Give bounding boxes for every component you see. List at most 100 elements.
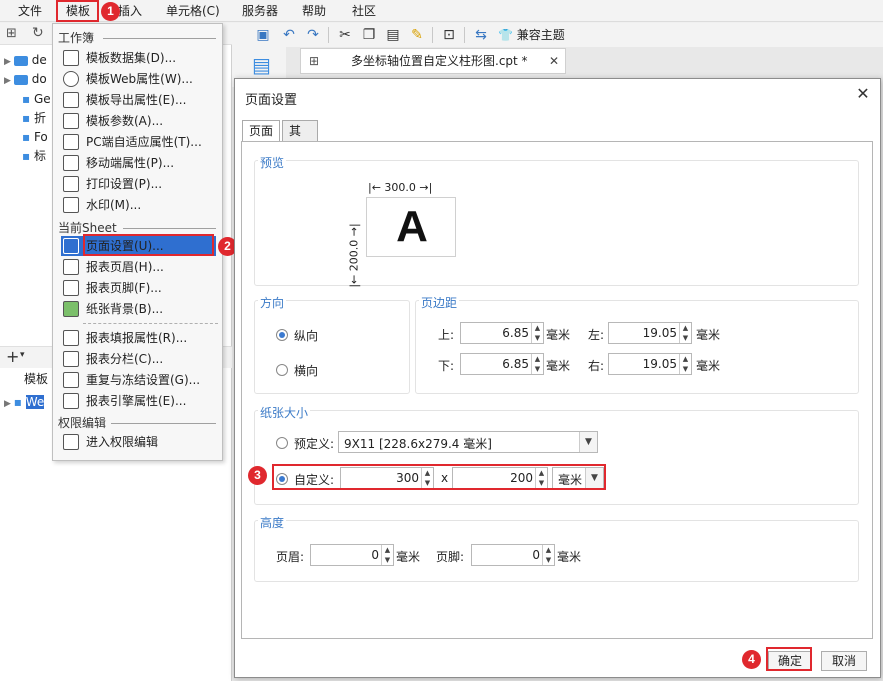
menu-item-label: 模板Web属性(W)... — [86, 72, 193, 86]
menu-item-mobile[interactable]: 移动端属性(P)... — [61, 153, 216, 173]
tree-item[interactable]: ▶ do — [4, 70, 47, 88]
copy-icon[interactable]: ❐ — [360, 26, 378, 44]
file-tab[interactable]: ⊞ 多坐标轴位置自定义柱形图.cpt * ✕ — [300, 48, 566, 74]
menu-item-permission[interactable]: 进入权限编辑 — [61, 432, 216, 452]
header-height-input[interactable]: 0 ▲ ▼ — [310, 544, 394, 566]
tab-page[interactable]: 页面 — [242, 120, 280, 142]
menu-item-footer[interactable]: 报表页脚(F)... — [61, 278, 216, 298]
menu-item-fill-attr[interactable]: 报表填报属性(R)... — [61, 328, 216, 348]
menu-item-header[interactable]: 报表页眉(H)... — [61, 257, 216, 277]
cancel-button[interactable]: 取消 — [821, 651, 867, 671]
menu-item-paper-bg[interactable]: 纸张背景(B)... — [61, 299, 216, 319]
dialog-title: 页面设置 — [245, 93, 298, 108]
bottom-tab-label[interactable]: 模板 — [24, 370, 48, 388]
shirt-icon: 👕 — [498, 28, 513, 42]
toolbar-divider — [432, 27, 433, 43]
cut-icon[interactable]: ✂ — [336, 26, 354, 44]
menu-insert[interactable]: 插入 — [118, 2, 142, 20]
close-icon[interactable]: ✕ — [549, 49, 559, 73]
switch-icon[interactable]: ⇆ — [472, 26, 490, 44]
menu-item-print[interactable]: 打印设置(P)... — [61, 174, 216, 194]
section-divider — [103, 38, 216, 39]
spinner-arrows-icon[interactable]: ▲ ▼ — [542, 545, 554, 565]
margin-top-input[interactable]: 6.85 ▲ ▼ — [460, 322, 544, 344]
parameter-icon — [63, 113, 79, 129]
permission-icon — [63, 434, 79, 450]
tree-item[interactable]: ▶ de — [4, 51, 47, 69]
tree-item-label: We — [25, 395, 45, 409]
step-badge-1: 1 — [101, 2, 120, 21]
menu-item-label: 模板导出属性(E)... — [86, 93, 187, 107]
preset-select[interactable]: 9X11 [228.6x279.4 毫米] ▼ — [338, 431, 598, 453]
tree-item[interactable]: ▶ ▪ We — [4, 393, 45, 411]
preset-radio[interactable] — [276, 437, 288, 449]
close-icon[interactable]: ✕ — [854, 85, 872, 103]
menu-item-export-attr[interactable]: 模板导出属性(E)... — [61, 90, 216, 110]
menu-help[interactable]: 帮助 — [302, 2, 326, 20]
tab-other[interactable]: 其他 — [282, 120, 318, 158]
margin-top-value: 6.85 — [502, 326, 529, 340]
add-icon[interactable]: + — [6, 347, 19, 366]
menu-item-web-attr[interactable]: 模板Web属性(W)... — [61, 69, 216, 89]
margins-title: 页边距 — [419, 294, 460, 311]
page-setup-icon — [63, 238, 79, 254]
chevron-down-icon[interactable]: ▼ — [579, 432, 597, 452]
tree-item[interactable]: ▪ 标 — [22, 147, 46, 165]
template-icon[interactable]: ▤ — [252, 53, 271, 77]
undo-icon[interactable]: ↶ — [280, 26, 298, 44]
menu-item-pc-adaptive[interactable]: PC端自适应属性(T)... — [61, 132, 216, 152]
paper-size-group — [254, 410, 859, 505]
margin-bottom-input[interactable]: 6.85 ▲ ▼ — [460, 353, 544, 375]
spinner-arrows-icon[interactable]: ▲ ▼ — [531, 354, 543, 374]
highlight-box-custom-size — [272, 464, 606, 490]
menu-item-columns[interactable]: 报表分栏(C)... — [61, 349, 216, 369]
spinner-arrows-icon[interactable]: ▲ ▼ — [531, 323, 543, 343]
footer-height-input[interactable]: 0 ▲ ▼ — [471, 544, 555, 566]
menu-server[interactable]: 服务器 — [242, 2, 278, 20]
margin-unit: 毫米 — [546, 359, 571, 373]
spinner-arrows-icon[interactable]: ▲ ▼ — [381, 545, 393, 565]
format-brush-icon[interactable]: ✎ — [408, 26, 426, 44]
menu-cell[interactable]: 单元格(C) — [166, 2, 220, 20]
file-icon: ▪ — [22, 111, 34, 125]
file-icon: ▪ — [22, 149, 34, 163]
menu-item-watermark[interactable]: 水印(M)... — [61, 195, 216, 215]
menu-item-dataset[interactable]: 模板数据集(D)... — [61, 48, 216, 68]
preview-letter: A — [396, 202, 428, 251]
menu-item-label: PC端自适应属性(T)... — [86, 135, 202, 149]
compat-theme-button[interactable]: 👕 兼容主题 — [498, 26, 565, 44]
menu-file[interactable]: 文件 — [18, 2, 42, 20]
new-folder-icon[interactable]: ⊞ — [6, 26, 17, 41]
menu-item-engine[interactable]: 报表引擎属性(E)... — [61, 391, 216, 411]
margin-left-input[interactable]: 19.05 ▲ ▼ — [608, 322, 692, 344]
refresh-icon[interactable]: ↻ — [32, 25, 44, 41]
menu-community[interactable]: 社区 — [352, 2, 376, 20]
tree-item-label: Fo — [33, 130, 48, 144]
step-badge-4: 4 — [742, 650, 761, 669]
menu-item-label: 纸张背景(B)... — [86, 302, 164, 316]
file-icon: ▪ — [22, 92, 34, 106]
database-icon — [63, 50, 79, 66]
preview-icon[interactable]: ⊡ — [440, 26, 458, 44]
save-icon[interactable]: ▣ — [254, 26, 272, 44]
tree-item[interactable]: ▪ 折 — [22, 109, 46, 127]
margin-right-input[interactable]: 19.05 ▲ ▼ — [608, 353, 692, 375]
spinner-arrows-icon[interactable]: ▲ ▼ — [679, 323, 691, 343]
menu-item-freeze[interactable]: 重复与冻结设置(G)... — [61, 370, 216, 390]
spinner-arrows-icon[interactable]: ▲ ▼ — [679, 354, 691, 374]
menu-item-params[interactable]: 模板参数(A)... — [61, 111, 216, 131]
redo-icon[interactable]: ↷ — [304, 26, 322, 44]
chevron-down-icon[interactable]: ▾ — [20, 350, 25, 360]
fill-form-icon — [63, 330, 79, 346]
menu-item-label: 模板数据集(D)... — [86, 51, 177, 65]
paste-icon[interactable]: ▤ — [384, 26, 402, 44]
landscape-label: 横向 — [294, 364, 319, 378]
footer-icon — [63, 280, 79, 296]
tree-item[interactable]: ▪ Fo — [22, 128, 48, 146]
portrait-radio[interactable] — [276, 329, 288, 341]
height-title: 高度 — [258, 514, 287, 531]
footer-height-value: 0 — [532, 548, 540, 562]
margin-right-label: 右: — [588, 359, 605, 373]
tree-item[interactable]: ▪ Ge — [22, 90, 51, 108]
landscape-radio[interactable] — [276, 364, 288, 376]
